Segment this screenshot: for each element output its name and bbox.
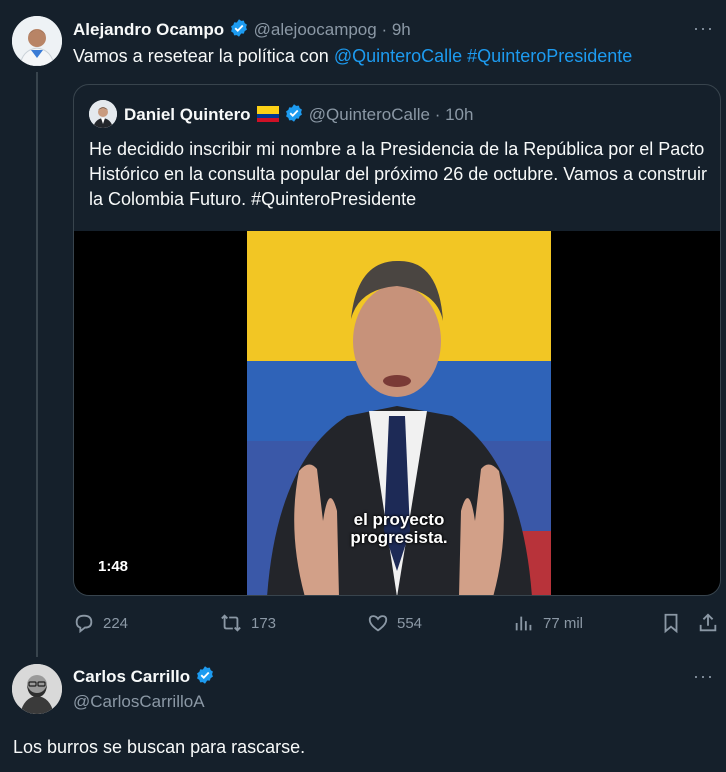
reply-button[interactable]: 224 — [73, 612, 128, 634]
bookmark-icon — [664, 613, 678, 634]
avatar-portrait — [12, 16, 62, 66]
verified-badge-icon — [284, 103, 304, 128]
more-options-icon[interactable]: ··· — [693, 666, 714, 687]
heart-icon — [368, 615, 388, 632]
video-thumbnail: el proyecto progresista. — [247, 231, 551, 595]
author-name[interactable]: Alejandro Ocampo — [73, 20, 224, 39]
verified-badge-icon — [229, 18, 249, 43]
colombia-flag-icon — [257, 106, 280, 127]
author-name[interactable]: Carlos Carrillo — [73, 667, 190, 686]
mention-link[interactable]: @QuinteroCalle — [334, 46, 462, 66]
tweet1-text: Vamos a resetear la política con @Quinte… — [73, 46, 632, 67]
bookmark-button[interactable] — [660, 612, 682, 634]
more-options-icon[interactable]: ··· — [693, 18, 714, 39]
verified-badge-icon — [195, 665, 215, 690]
tweet1-text-body: Vamos a resetear la política con — [73, 46, 329, 66]
views-button[interactable]: 77 mil — [513, 612, 583, 634]
tweet2-text: Los burros se buscan para rascarse. — [13, 737, 306, 757]
repost-icon — [221, 614, 241, 632]
quoted-tweet-card[interactable]: Daniel Quintero @QuinteroCalle · 10h He … — [73, 84, 721, 596]
quoted-author-name[interactable]: Daniel Quintero — [124, 105, 251, 124]
video-player[interactable]: el proyecto progresista. 1:48 — [74, 231, 720, 595]
video-duration: 1:48 — [98, 558, 129, 575]
quoted-tweet-text: He decidido inscribir mi nombre a la Pre… — [89, 139, 707, 209]
like-button[interactable]: 554 — [367, 612, 422, 634]
avatar-portrait — [12, 664, 62, 714]
avatar-carlos-carrillo[interactable] — [12, 664, 62, 714]
views-chart-icon — [515, 616, 532, 631]
avatar-daniel-quintero — [89, 100, 117, 128]
quote-header: Daniel Quintero @QuinteroCalle · 10h — [124, 103, 473, 128]
subtitle-line-1: el proyecto — [353, 510, 445, 529]
repost-button[interactable]: 173 — [219, 612, 276, 634]
quoted-post-time[interactable]: · 10h — [435, 105, 474, 124]
share-button[interactable] — [697, 612, 719, 634]
subtitle-line-2: progresista. — [350, 528, 448, 547]
tweet1-header: Alejandro Ocampo @alejoocampog · 9h — [73, 18, 411, 43]
thread-line — [36, 72, 38, 657]
video-subtitle: el proyecto progresista. — [247, 511, 551, 547]
tweet2-header: Carlos Carrillo — [73, 665, 215, 690]
hashtag-link[interactable]: #QuinteroPresidente — [467, 46, 632, 66]
views-count: 77 mil — [543, 614, 584, 632]
post-time[interactable]: · 9h — [381, 20, 410, 39]
reply-count: 224 — [103, 614, 129, 632]
reply-icon — [75, 614, 93, 634]
avatar-alejandro-ocampo[interactable] — [12, 16, 62, 66]
action-bar: 224 173 554 77 mil — [73, 608, 721, 638]
author-handle[interactable]: @CarlosCarrilloA — [73, 692, 205, 712]
quoted-author-handle[interactable]: @QuinteroCalle — [309, 105, 430, 124]
avatar-portrait — [89, 100, 117, 128]
like-count: 554 — [397, 614, 423, 632]
share-icon — [699, 613, 717, 632]
author-handle[interactable]: @alejoocampog — [254, 20, 377, 39]
repost-count: 173 — [251, 614, 277, 632]
